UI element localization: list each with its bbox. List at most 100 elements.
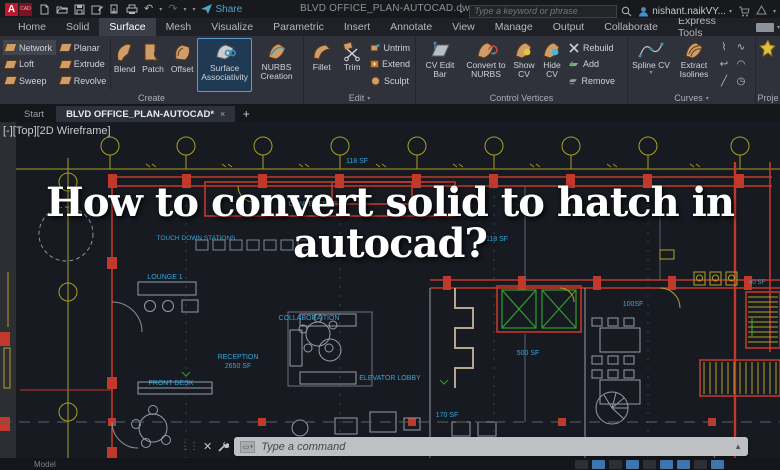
qat-customize-icon[interactable]: ▾: [192, 6, 195, 13]
share-button[interactable]: Share: [201, 4, 242, 15]
curve-line-icon[interactable]: ╱: [716, 75, 732, 91]
polar-toggle-icon[interactable]: [626, 459, 639, 469]
curve-blend-icon[interactable]: ⌇: [716, 41, 732, 57]
panel-label-edit[interactable]: Edit ▾: [304, 92, 415, 104]
snap-toggle-icon[interactable]: [575, 459, 588, 469]
close-tab-icon[interactable]: ×: [220, 109, 225, 119]
tab-output[interactable]: Output: [543, 18, 595, 36]
plot-icon[interactable]: [126, 4, 138, 15]
curve-offset-icon[interactable]: ↩: [716, 58, 732, 74]
title-expand-icon[interactable]: ▸: [460, 8, 463, 15]
command-line-dock: ⋮⋮ ✕ ▭ ▾ Type a command ▲: [180, 436, 748, 457]
autocad-logo[interactable]: A CAD: [5, 2, 32, 16]
curve-wave-icon[interactable]: ∿: [733, 41, 749, 57]
command-input[interactable]: Type a command: [261, 441, 345, 453]
new-file-icon[interactable]: [39, 4, 50, 15]
tab-surface[interactable]: Surface: [99, 18, 156, 36]
tab-manage[interactable]: Manage: [485, 18, 543, 36]
ortho-toggle-icon[interactable]: [609, 459, 622, 469]
offset-button[interactable]: Offset: [167, 38, 197, 92]
trim-button[interactable]: Trim: [337, 38, 367, 92]
file-tab-drawing[interactable]: BLVD OFFICE_PLAN-AUTOCAD* ×: [56, 106, 236, 122]
new-drawing-tab-button[interactable]: +: [237, 106, 255, 122]
command-collapse-icon[interactable]: ▲: [734, 442, 742, 451]
tab-home[interactable]: Home: [8, 18, 56, 36]
network-icon: [3, 43, 18, 52]
tab-annotate[interactable]: Annotate: [380, 18, 442, 36]
curve-arc-icon[interactable]: ◠: [733, 58, 749, 74]
undo-caret-icon[interactable]: ▾: [159, 6, 162, 13]
drawing-canvas[interactable]: [-][Top][2D Wireframe] 118 SF CONFERENCE…: [0, 122, 780, 470]
tab-express-tools[interactable]: Express Tools: [668, 15, 746, 39]
panel-label-project[interactable]: Proje: [756, 91, 780, 104]
app-store-cart-icon[interactable]: [738, 6, 750, 17]
patch-button[interactable]: Patch: [139, 38, 167, 92]
tab-view[interactable]: View: [442, 18, 485, 36]
loft-button[interactable]: Loft: [3, 57, 56, 72]
rebuild-button[interactable]: Rebuild: [567, 40, 617, 55]
sweep-button[interactable]: Sweep: [3, 73, 56, 88]
curve-circle-icon[interactable]: ◷: [733, 75, 749, 91]
tab-insert[interactable]: Insert: [334, 18, 380, 36]
show-cv-button[interactable]: Show CV: [510, 38, 538, 92]
project-geometry-icon[interactable]: [758, 38, 778, 60]
search-input[interactable]: [469, 4, 618, 18]
lineweight-toggle-icon[interactable]: [694, 459, 707, 469]
hide-cv-button[interactable]: Hide CV: [538, 38, 566, 92]
revolve-button[interactable]: Revolve: [58, 73, 109, 88]
cv-edit-bar-icon: [431, 41, 450, 57]
export-icon[interactable]: [109, 4, 120, 15]
spline-cv-button[interactable]: Spline CV ▾: [630, 38, 672, 92]
isodraft-toggle-icon[interactable]: [643, 459, 656, 469]
undo-icon[interactable]: ↶: [144, 3, 153, 15]
viewport-controls[interactable]: [-][Top][2D Wireframe]: [3, 125, 111, 137]
alert-caret-icon[interactable]: ▾: [773, 8, 776, 15]
otrack-toggle-icon[interactable]: [677, 459, 690, 469]
convert-to-nurbs-button[interactable]: Convert to NURBS: [462, 38, 510, 92]
network-button[interactable]: Network: [3, 40, 56, 55]
extract-isolines-button[interactable]: Extract Isolines: [672, 38, 716, 92]
command-grip-icon[interactable]: ⋮⋮: [180, 441, 199, 452]
panel-label-control-vertices[interactable]: Control Vertices: [416, 92, 627, 104]
sculpt-button[interactable]: Sculpt: [368, 73, 412, 88]
blend-button[interactable]: Blend: [111, 38, 139, 92]
fillet-button[interactable]: Fillet: [306, 38, 337, 92]
nurbs-creation-toggle[interactable]: NURBS Creation: [252, 38, 301, 92]
panel-label-create[interactable]: Create: [0, 92, 303, 104]
search-icon[interactable]: [621, 6, 632, 17]
tab-collaborate[interactable]: Collaborate: [594, 18, 668, 36]
file-tab-start[interactable]: Start: [14, 106, 54, 122]
account-menu[interactable]: nishant.naikVY... ▾: [638, 6, 732, 17]
command-close-icon[interactable]: ✕: [203, 440, 212, 453]
untrim-button[interactable]: Untrim: [368, 40, 412, 55]
panel-create: Network Loft Sweep Planar Extrude Revolv…: [0, 36, 304, 104]
extend-button[interactable]: Extend: [368, 57, 412, 72]
add-cv-button[interactable]: Add: [567, 57, 617, 72]
tab-visualize[interactable]: Visualize: [201, 18, 263, 36]
save-icon[interactable]: [74, 4, 85, 15]
save-as-icon[interactable]: [91, 4, 103, 15]
panel-label-curves[interactable]: Curves ▾: [628, 92, 755, 104]
extend-icon: [370, 60, 379, 68]
tab-mesh[interactable]: Mesh: [156, 18, 202, 36]
redo-caret-icon[interactable]: ▾: [183, 6, 186, 13]
ribbon-display-toggle[interactable]: ▾: [755, 18, 780, 36]
surface-associativity-toggle[interactable]: Surface Associativity: [197, 38, 253, 92]
command-line[interactable]: ▭ ▾ Type a command ▲: [234, 437, 748, 456]
redo-icon[interactable]: ↷: [168, 3, 177, 15]
tab-parametric[interactable]: Parametric: [263, 18, 334, 36]
remove-cv-button[interactable]: Remove: [567, 73, 617, 88]
osnap-toggle-icon[interactable]: [660, 459, 673, 469]
model-tab[interactable]: Model: [34, 460, 56, 469]
extrude-button[interactable]: Extrude: [58, 57, 109, 72]
nurbs-creation-icon: [267, 43, 286, 60]
tab-solid[interactable]: Solid: [56, 18, 99, 36]
cv-edit-bar-button[interactable]: CV Edit Bar: [418, 38, 462, 92]
command-customize-wrench-icon[interactable]: [217, 441, 230, 453]
planar-button[interactable]: Planar: [58, 40, 109, 55]
recent-commands-icon[interactable]: ▭ ▾: [240, 440, 256, 453]
dynamic-input-toggle-icon[interactable]: [711, 459, 724, 469]
grid-toggle-icon[interactable]: [592, 459, 605, 469]
health-alert-icon[interactable]: [756, 2, 767, 20]
open-folder-icon[interactable]: [56, 4, 68, 15]
